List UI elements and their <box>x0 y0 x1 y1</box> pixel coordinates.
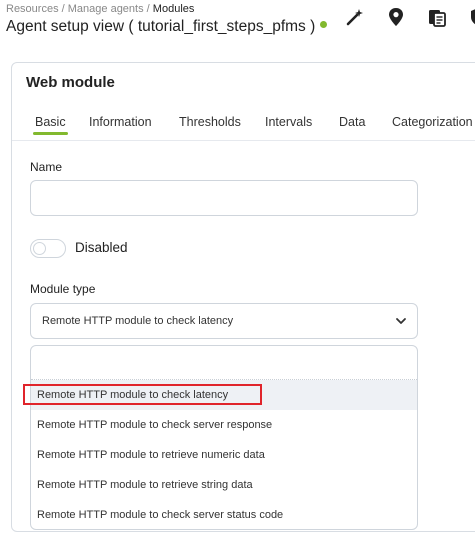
dropdown-search-input[interactable] <box>31 346 417 380</box>
web-module-card: Web module Basic Information Thresholds … <box>11 62 475 532</box>
breadcrumb-item-manage-agents[interactable]: Manage agents <box>68 3 144 15</box>
dropdown-options-list: Remote HTTP module to check latency Remo… <box>31 380 417 529</box>
tab-data[interactable]: Data <box>339 115 365 129</box>
toggle-knob <box>33 242 46 255</box>
module-type-dropdown: Remote HTTP module to check latency Remo… <box>30 345 418 530</box>
tab-bar: Basic Information Thresholds Intervals D… <box>12 115 475 141</box>
breadcrumb-item-resources[interactable]: Resources <box>6 3 59 15</box>
tab-intervals[interactable]: Intervals <box>265 115 312 129</box>
option-check-server-response[interactable]: Remote HTTP module to check server respo… <box>31 410 417 440</box>
tab-basic[interactable]: Basic <box>33 115 68 135</box>
tab-thresholds[interactable]: Thresholds <box>179 115 241 129</box>
option-check-latency[interactable]: Remote HTTP module to check latency <box>31 380 417 410</box>
option-retrieve-string-data[interactable]: Remote HTTP module to retrieve string da… <box>31 470 417 500</box>
name-input[interactable] <box>30 180 418 216</box>
copy-icon[interactable] <box>426 6 448 28</box>
breadcrumb: Resources / Manage agents / Modules <box>6 3 194 15</box>
header-toolbar <box>344 6 475 28</box>
page-title: Agent setup view ( tutorial_first_steps_… <box>6 18 328 36</box>
disabled-label: Disabled <box>75 240 128 255</box>
module-type-selected-value: Remote HTTP module to check latency <box>42 315 234 327</box>
module-type-select[interactable]: Remote HTTP module to check latency <box>30 303 418 339</box>
tab-categorization[interactable]: Categorization <box>392 115 473 129</box>
shield-icon[interactable] <box>467 6 475 28</box>
disabled-toggle[interactable] <box>30 239 66 258</box>
status-dot-icon <box>320 21 328 29</box>
module-type-label: Module type <box>30 282 96 296</box>
chevron-down-icon <box>396 318 406 324</box>
page-title-text: Agent setup view ( tutorial_first_steps_… <box>6 18 316 35</box>
tabs-divider <box>12 140 475 141</box>
option-retrieve-numeric-data[interactable]: Remote HTTP module to retrieve numeric d… <box>31 440 417 470</box>
card-title: Web module <box>26 74 115 91</box>
name-label: Name <box>30 160 63 174</box>
breadcrumb-separator: / <box>146 3 150 15</box>
breadcrumb-current: Modules <box>152 3 195 15</box>
wand-icon[interactable] <box>344 6 366 28</box>
option-check-server-status-code[interactable]: Remote HTTP module to check server statu… <box>31 500 417 529</box>
tab-information[interactable]: Information <box>89 115 152 129</box>
breadcrumb-separator: / <box>61 3 65 15</box>
map-pin-icon[interactable] <box>385 6 407 28</box>
